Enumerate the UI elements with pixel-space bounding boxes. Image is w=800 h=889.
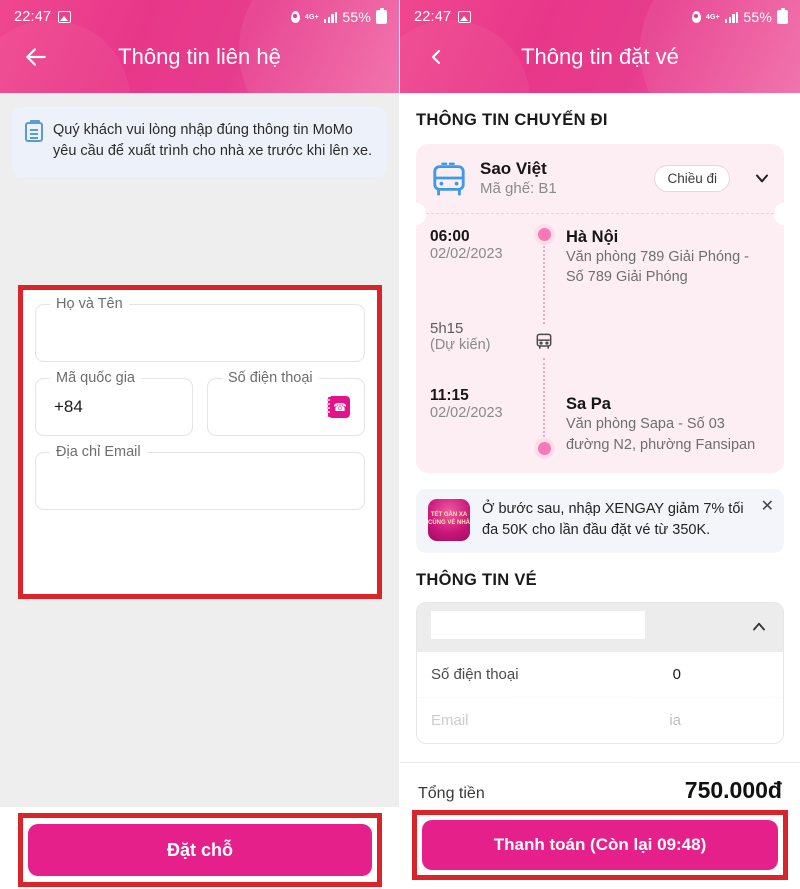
ticket-row-email: Email ia [417, 696, 783, 743]
country-code-value: +84 [54, 397, 83, 416]
phone-number-label: Số điện thoại [222, 370, 319, 386]
depart-address: Văn phòng 789 Giải Phóng - Số 789 Giải P… [566, 248, 749, 286]
ticket-section-title: THÔNG TIN VÉ [416, 570, 537, 589]
contact-form-highlight: Họ và Tên Mã quốc gia +84 Số điện thoại … [18, 285, 382, 599]
total-value: 750.000đ [684, 777, 782, 803]
arrow-left-icon [26, 48, 46, 66]
gallery-icon [458, 11, 472, 23]
depart-date: 02/02/2023 [430, 245, 503, 262]
timeline-places-column: Hà Nội Văn phòng 789 Giải Phóng - Số 789… [566, 228, 770, 455]
battery-icon [376, 7, 387, 24]
duration-value: 5h15 [430, 319, 464, 337]
passenger-header[interactable]: N [417, 602, 783, 651]
total-row: Tổng tiền 750.000đ [400, 763, 800, 810]
country-code-field[interactable]: Mã quốc gia +84 [35, 370, 193, 436]
arrive-date: 02/02/2023 [430, 404, 503, 421]
card-perforation-divider [406, 202, 794, 225]
email-label: Địa chỉ Email [50, 444, 147, 460]
signal-bars-icon [724, 11, 739, 23]
momo-notice-banner: Quý khách vui lòng nhập đúng thông tin M… [12, 107, 387, 178]
promo-thumbnail: TẾT GẦN XA CÙNG VÉ NHÀ [428, 498, 470, 541]
promo-thumb-text: TẾT GẦN XA CÙNG VÉ NHÀ [428, 512, 470, 526]
battery-percent-label: 55% [342, 9, 371, 25]
arrive-city: Sa Pa [566, 395, 611, 414]
location-pin-icon [290, 11, 300, 23]
country-code-label: Mã quốc gia [50, 370, 141, 386]
promo-text: Ở bước sau, nhập XENGAY giảm 7% tối đa 5… [482, 500, 744, 538]
trip-timeline: 06:00 02/02/2023 5h15 (Dự kiến) 11:15 02… [416, 214, 784, 459]
signal-bars-icon [323, 11, 338, 23]
trip-header[interactable]: Sao Việt Mã ghế: B1 Chiều đi [416, 144, 784, 213]
trip-card: Sao Việt Mã ghế: B1 Chiều đi 06:00 02/02… [406, 144, 794, 473]
left-status-bar: 22:47 4G+ 55% [0, 0, 399, 28]
duration-note: (Dự kiến) [430, 336, 491, 353]
arrive-dot-icon [537, 441, 551, 455]
back-button[interactable] [416, 37, 456, 77]
network-type-label: 4G+ [705, 13, 720, 21]
status-time: 22:47 [14, 9, 52, 25]
phone-row: Mã quốc gia +84 Số điện thoại ☎ [35, 370, 365, 452]
clipboard-note-icon [25, 120, 43, 142]
ticket-row-key: Số điện thoại [431, 665, 519, 683]
right-status-bar: 22:47 4G+ 55% [400, 0, 800, 28]
left-phone-screen: 22:47 4G+ 55% Thông tin liên hệ Quý khác… [0, 0, 400, 889]
ticket-row-value: ia [669, 711, 681, 729]
notice-text: Quý khách vui lòng nhập đúng thông tin M… [53, 122, 373, 160]
battery-icon [777, 7, 788, 24]
right-body: THÔNG TIN CHUYẾN ĐI Sao Việt Mã ghế: B1 [400, 93, 800, 762]
page-title: Thông tin liên hệ [118, 44, 281, 69]
depart-dot-icon [537, 227, 551, 241]
promo-banner[interactable]: TẾT GẦN XA CÙNG VÉ NHÀ Ở bước sau, nhập … [416, 488, 784, 553]
contact-form: Họ và Tên Mã quốc gia +84 Số điện thoại … [23, 290, 377, 540]
contacts-book-icon[interactable]: ☎ [327, 396, 350, 418]
ticket-row-value: 0 [672, 665, 681, 683]
chevron-up-icon[interactable] [749, 617, 769, 637]
dual-screenshot-container: 22:47 4G+ 55% Thông tin liên hệ Quý khác… [0, 0, 800, 889]
operator-name: Sao Việt [480, 159, 547, 178]
pay-button[interactable]: Thanh toán (Còn lại 09:48) [422, 820, 778, 870]
phone-number-field[interactable]: Số điện thoại ☎ [207, 370, 365, 436]
arrive-address: Văn phòng Sapa - Số 03 đường N2, phường … [566, 416, 756, 453]
location-pin-icon [691, 11, 701, 23]
timeline-times-column: 06:00 02/02/2023 5h15 (Dự kiến) 11:15 02… [430, 228, 522, 455]
trip-section-title: THÔNG TIN CHUYẾN ĐI [416, 111, 608, 129]
network-type-label: 4G+ [304, 13, 319, 21]
full-name-label: Họ và Tên [50, 296, 129, 312]
right-header: 22:47 4G+ 55% Thông tin đặt vé [400, 0, 800, 93]
full-name-field[interactable]: Họ và Tên [35, 296, 365, 362]
pay-button-highlight: Thanh toán (Còn lại 09:48) [412, 810, 788, 880]
operator-block: Sao Việt Mã ghế: B1 [480, 158, 557, 199]
ticket-row-phone: Số điện thoại 0 [417, 650, 783, 697]
timeline-track [522, 227, 566, 455]
ticket-card: N Số điện thoại 0 Email ia [416, 601, 784, 744]
status-time: 22:47 [414, 9, 452, 25]
seat-code: Mã ghế: B1 [480, 180, 557, 198]
close-icon[interactable]: ✕ [761, 496, 774, 516]
right-footer: Tổng tiền 750.000đ Thanh toán (Còn lại 0… [400, 762, 800, 889]
book-seat-highlight: Đặt chỗ [18, 813, 382, 887]
chevron-left-icon [431, 49, 441, 65]
left-body: Quý khách vui lòng nhập đúng thông tin M… [0, 107, 399, 889]
right-title-bar: Thông tin đặt vé [400, 28, 800, 86]
ticket-row-key: Email [431, 711, 469, 729]
page-title: Thông tin đặt vé [521, 44, 679, 69]
chevron-down-icon[interactable] [752, 168, 772, 188]
depart-city: Hà Nội [566, 227, 619, 246]
bus-mini-icon [536, 333, 552, 350]
redaction-overlay [431, 610, 645, 639]
arrive-time: 11:15 [430, 386, 469, 404]
depart-time: 06:00 [430, 227, 470, 245]
battery-percent-label: 55% [743, 9, 772, 25]
book-seat-button[interactable]: Đặt chỗ [28, 824, 372, 876]
gallery-icon [58, 11, 72, 23]
right-phone-screen: 22:47 4G+ 55% Thông tin đặt vé THÔNG TIN… [400, 0, 800, 889]
left-header: 22:47 4G+ 55% Thông tin liên hệ [0, 0, 399, 93]
left-title-bar: Thông tin liên hệ [0, 28, 399, 86]
back-button[interactable] [16, 37, 56, 77]
total-label: Tổng tiền [418, 785, 485, 802]
direction-chip[interactable]: Chiều đi [654, 164, 730, 192]
bus-icon [433, 162, 465, 196]
email-field[interactable]: Địa chỉ Email [35, 444, 365, 510]
